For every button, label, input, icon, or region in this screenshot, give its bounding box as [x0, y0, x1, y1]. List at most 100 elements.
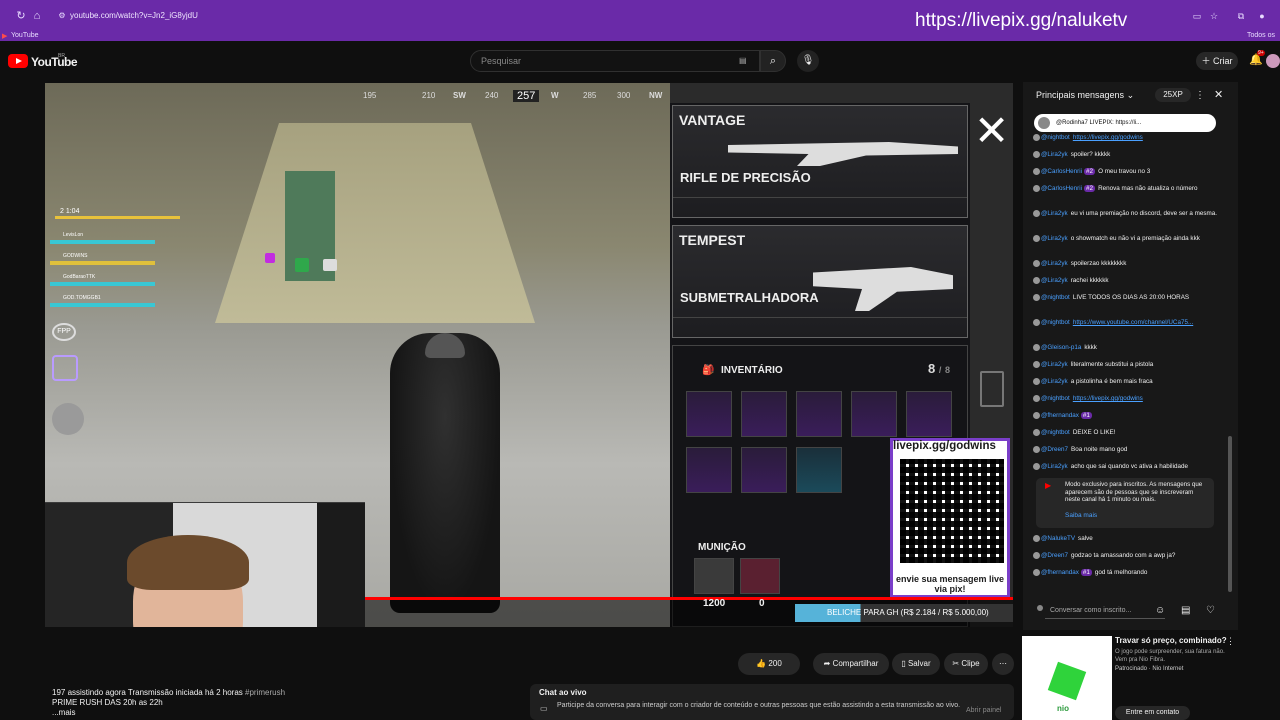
chat-username[interactable]: @nightbot — [1041, 134, 1070, 141]
chat-avatar — [1033, 535, 1040, 542]
chat-username[interactable]: @nightbot — [1041, 395, 1070, 402]
chat-username[interactable]: @NalukeTV — [1041, 535, 1075, 542]
bookmark-star-icon[interactable]: ☆ — [1207, 9, 1221, 23]
address-bar[interactable]: youtube.com/watch?v=Jn2_iG8yjdU — [70, 11, 198, 20]
save-button[interactable]: ▯ Salvar — [892, 653, 940, 675]
chat-username[interactable]: @Lira2yk — [1041, 277, 1068, 284]
chat-scrollbar[interactable] — [1228, 436, 1232, 592]
chat-filter-dropdown[interactable]: Principais mensagens ⌄ — [1036, 90, 1134, 101]
site-info-icon[interactable]: ⚙ — [55, 9, 69, 23]
chat-message: @Lira2yk a pistolinha é bem mais fraca — [1033, 378, 1221, 386]
attachment-slots — [673, 197, 967, 217]
chat-text: a pistolinha é bem mais fraca — [1070, 378, 1153, 385]
ad-cta-button[interactable]: Entre em contato — [1115, 706, 1190, 720]
bookmark-youtube[interactable]: YouTube — [11, 32, 39, 39]
chat-message: @Dreen7 godzao ta amassando com a awp ja? — [1033, 552, 1221, 560]
emoji-icon[interactable]: ☺ — [1155, 605, 1165, 616]
chat-username[interactable]: @Dreen7 — [1041, 552, 1068, 559]
chat-text[interactable]: https://livepix.gg/godwins — [1073, 134, 1143, 141]
live-progress-bar[interactable] — [365, 597, 1013, 600]
hashtag-link[interactable]: #primerush — [245, 688, 285, 697]
close-inventory-icon: ✕ — [974, 107, 1010, 154]
chat-message: @CarlosHenrii #2 O meu travou no 3 — [1033, 168, 1221, 176]
search-button[interactable]: ⌕ — [760, 50, 786, 72]
chat-avatar — [1033, 361, 1040, 368]
ad-title[interactable]: Travar só preço, combinado? — [1115, 636, 1227, 645]
heart-icon[interactable]: ♡ — [1206, 605, 1215, 616]
youtube-logo-icon[interactable] — [8, 54, 28, 68]
xp-badge[interactable]: 25XP — [1155, 88, 1191, 102]
chat-username[interactable]: @nightbot — [1041, 429, 1070, 436]
chat-text[interactable]: https://livepix.gg/godwins — [1073, 395, 1143, 402]
home-icon[interactable]: ⌂ — [30, 9, 44, 23]
compass-tick: 300 — [617, 91, 631, 100]
chat-message: @fhernandax #1 — [1033, 412, 1221, 420]
chat-message: @Lira2yk rachei kkkkkk — [1033, 277, 1221, 285]
dislike-button[interactable] — [800, 653, 810, 675]
chat-text: Renova mas não atualiza o número — [1098, 185, 1198, 192]
profile-icon[interactable]: ● — [1255, 9, 1269, 23]
chevron-down-icon: ⌄ — [1126, 90, 1135, 100]
chat-username[interactable]: @CarlosHenrii — [1041, 185, 1082, 192]
loot-marker — [295, 258, 309, 272]
chat-avatar — [1033, 168, 1040, 175]
chat-username[interactable]: @CarlosHenrii — [1041, 168, 1082, 175]
pinned-message[interactable]: @Rodinha7 LIVEPIX: https://li... — [1034, 114, 1216, 132]
chat-username[interactable]: @nightbot — [1041, 319, 1070, 326]
chat-username[interactable]: @Lira2yk — [1041, 235, 1068, 242]
chat-avatar — [1033, 277, 1040, 284]
chat-message: @Lira2yk eu vi uma premiação no discord, … — [1033, 210, 1221, 218]
open-chat-button[interactable]: Abrir painel — [966, 707, 1001, 714]
youtube-logo-text[interactable]: YouTube — [31, 55, 78, 69]
learn-more-link[interactable]: Saiba mais — [1065, 512, 1097, 519]
save-icon: ▯ — [901, 659, 906, 668]
chat-username[interactable]: @fhernandax — [1041, 569, 1079, 576]
chat-username[interactable]: @Lira2yk — [1041, 361, 1068, 368]
chat-avatar — [1033, 185, 1040, 192]
chat-text: eu vi uma premiação no discord, deve ser… — [1070, 210, 1217, 217]
chat-message: @nightbot https://livepix.gg/godwins — [1033, 134, 1221, 142]
reload-icon[interactable]: ↻ — [14, 9, 28, 23]
ad-brand: nio — [1057, 704, 1069, 713]
compass-tick: 240 — [485, 91, 499, 100]
region-code: BR — [58, 53, 65, 59]
chat-username[interactable]: @fhernandax — [1041, 412, 1079, 419]
ad-sponsor: Patrocinado · Nio Internet — [1115, 666, 1184, 672]
compass-tick: NW — [649, 91, 663, 100]
chat-username[interactable]: @Lira2yk — [1041, 151, 1068, 158]
clip-button[interactable]: ✂ Clipe — [944, 653, 988, 675]
compass-tick: W — [551, 91, 559, 100]
chat-text: rachei kkkkkk — [1070, 277, 1109, 284]
search-icon: ⌕ — [769, 55, 777, 67]
chat-username[interactable]: @Lira2yk — [1041, 260, 1068, 267]
chat-text: god tá melhorando — [1094, 569, 1148, 576]
chat-username[interactable]: @Lira2yk — [1041, 210, 1068, 217]
create-button[interactable]: ＋ Criar — [1196, 52, 1238, 70]
bookmark-all[interactable]: Todos os — [1247, 32, 1275, 39]
cast-icon[interactable]: ▭ — [1190, 9, 1204, 23]
super-chat-icon[interactable]: ▤ — [1181, 605, 1190, 616]
ad-more-icon[interactable]: ⋮ — [1226, 636, 1235, 647]
keyboard-icon[interactable]: ▤ — [739, 56, 747, 65]
more-actions-button[interactable]: ⋯ — [992, 653, 1014, 675]
chat-avatar — [1033, 344, 1040, 351]
video-player[interactable]: 195 210 SW 240 W 285 300 NW 257 2 1:04 L… — [45, 83, 1013, 627]
more-link[interactable]: ...mais — [52, 708, 285, 718]
like-count: 200 — [768, 659, 782, 668]
chat-username[interactable]: @Lira2yk — [1041, 463, 1068, 470]
chat-text[interactable]: https://www.youtube.com/channel/UCa75... — [1073, 319, 1193, 326]
ad-thumbnail[interactable]: nio — [1022, 636, 1112, 720]
chat-username[interactable]: @Lira2yk — [1041, 378, 1068, 385]
chat-more-icon[interactable]: ⋮ — [1195, 90, 1205, 101]
share-button[interactable]: ➦ Compartilhar — [813, 653, 889, 675]
chat-close-icon[interactable]: ✕ — [1214, 88, 1223, 101]
extensions-icon[interactable]: ⧉ — [1234, 9, 1248, 23]
like-button[interactable]: 👍 200 — [738, 653, 800, 675]
chat-input[interactable]: Conversar como inscrito... — [1045, 603, 1165, 619]
account-avatar[interactable] — [1266, 54, 1280, 68]
chat-username[interactable]: @Dreen7 — [1041, 446, 1068, 453]
voice-search-button[interactable]: 🎙 — [797, 50, 819, 72]
chat-username[interactable]: @Gleison-p1a — [1041, 344, 1081, 351]
description-box[interactable]: 197 assistindo agora Transmissão iniciad… — [52, 688, 285, 718]
chat-username[interactable]: @nightbot — [1041, 294, 1070, 301]
